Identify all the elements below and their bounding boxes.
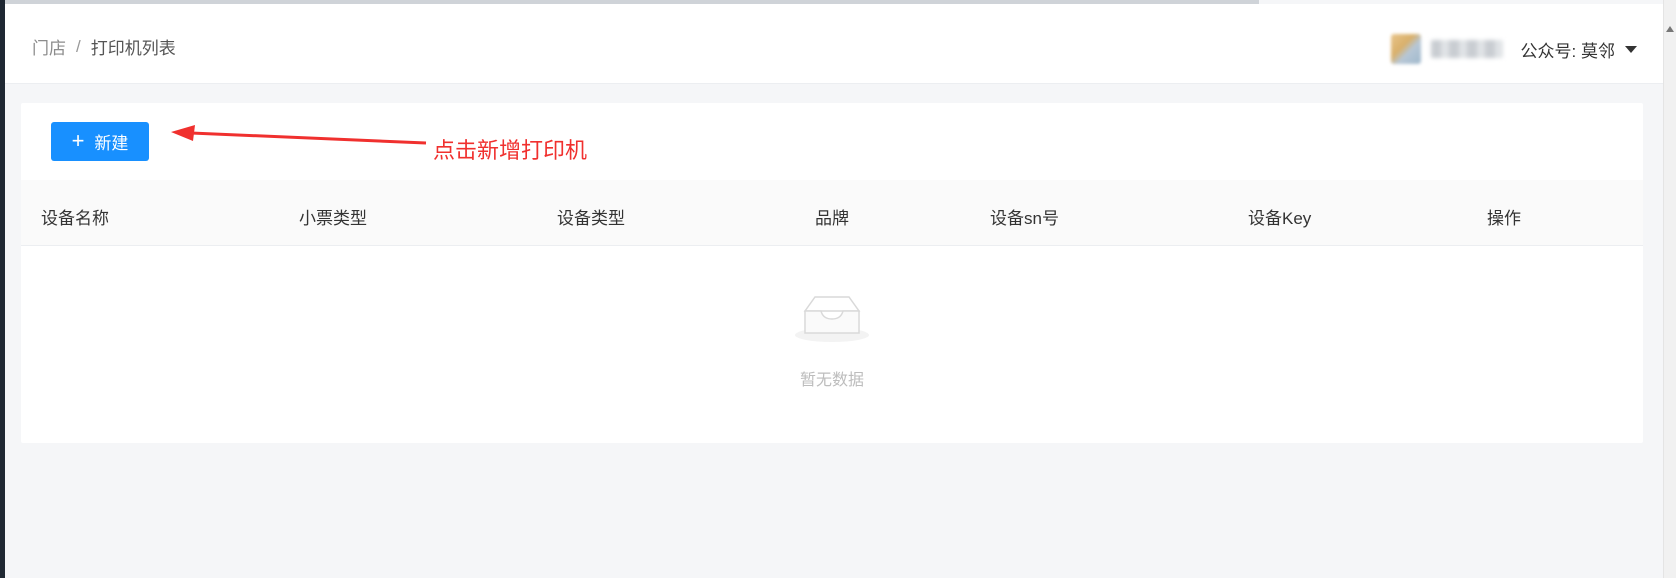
breadcrumb-separator: / [76,36,81,56]
scroll-up-arrow-icon[interactable] [1666,26,1674,32]
breadcrumb-item-store[interactable]: 门店 [32,34,66,59]
user-area[interactable]: 公众号: 莫邻 [1390,34,1637,64]
new-printer-button[interactable]: + 新建 [51,122,149,161]
col-device-sn: 设备sn号 [990,209,1059,228]
avatar[interactable] [1390,34,1421,64]
breadcrumb: 门店 / 打印机列表 [32,34,176,59]
account-dropdown[interactable]: 公众号: 莫邻 [1521,37,1637,62]
new-button-label: 新建 [94,134,129,153]
username-redacted [1430,40,1503,58]
annotation-text: 点击新增打印机 [433,138,588,163]
empty-text: 暂无数据 [799,372,864,389]
col-device-type: 设备类型 [557,209,625,228]
breadcrumb-item-printer-list: 打印机列表 [90,39,176,58]
account-label: 公众号: 莫邻 [1520,41,1615,61]
col-receipt-type: 小票类型 [299,209,367,228]
caret-down-icon[interactable] [1625,45,1637,53]
vertical-scrollbar[interactable] [1663,0,1676,578]
printer-list-card: + 新建 点击新增打印机 设备名称 小票类型 设备类型 品牌 设备sn号 设备K… [21,103,1643,443]
col-device-name: 设备名称 [41,209,109,228]
annotation-arrow-icon [171,125,427,145]
plus-icon: + [71,127,85,153]
table-empty-state: 暂无数据 [21,246,1643,443]
page-header: 门店 / 打印机列表 公众号: 莫邻 [5,4,1663,84]
window-left-edge [0,0,5,578]
col-device-key: 设备Key [1248,209,1312,228]
col-actions: 操作 [1487,209,1521,228]
empty-inbox-icon [795,296,869,342]
table-header: 设备名称 小票类型 设备类型 品牌 设备sn号 设备Key 操作 [21,180,1643,246]
col-brand: 品牌 [815,209,849,228]
